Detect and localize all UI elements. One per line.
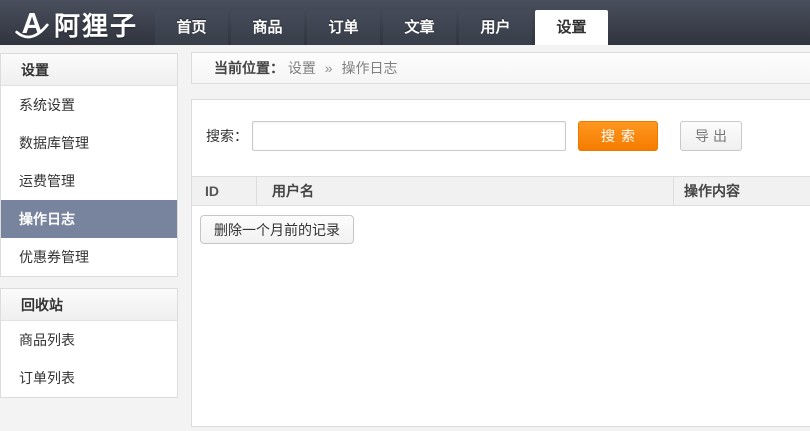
export-button[interactable]: 导出: [680, 121, 742, 151]
brand-name: 阿狸子: [54, 6, 138, 43]
sidebar: 设置 系统设置 数据库管理 运费管理 操作日志 优惠券管理 回收站 商品列表 订…: [0, 53, 178, 409]
search-bar: 搜索： 搜索 导出: [192, 100, 810, 159]
column-header-id: ID: [192, 177, 256, 205]
column-header-username: 用户名: [256, 177, 673, 205]
nav-tab-orders[interactable]: 订单: [307, 10, 380, 45]
nav-tab-users[interactable]: 用户: [459, 10, 532, 45]
sidebar-item-database-management[interactable]: 数据库管理: [1, 124, 177, 162]
main-nav: 首页 商品 订单 文章 用户 设置: [155, 10, 611, 45]
sidebar-item-shipping-management[interactable]: 运费管理: [1, 162, 177, 200]
sidebar-group-recycle-bin: 回收站 商品列表 订单列表: [0, 288, 178, 398]
nav-tab-settings[interactable]: 设置: [535, 10, 608, 45]
sidebar-item-order-list[interactable]: 订单列表: [1, 359, 177, 397]
sidebar-item-system-settings[interactable]: 系统设置: [1, 86, 177, 124]
brand-logo-icon: A: [14, 6, 50, 42]
breadcrumb-prefix: 当前位置：: [214, 60, 284, 76]
nav-tab-products[interactable]: 商品: [231, 10, 304, 45]
sidebar-item-coupon-management[interactable]: 优惠券管理: [1, 238, 177, 276]
sidebar-group-settings: 设置 系统设置 数据库管理 运费管理 操作日志 优惠券管理: [0, 53, 178, 277]
column-header-action: 操作内容: [673, 177, 810, 205]
sidebar-item-operation-log[interactable]: 操作日志: [1, 200, 177, 238]
breadcrumb: 当前位置： 设置 » 操作日志: [191, 52, 810, 84]
brand-logo[interactable]: A 阿狸子: [14, 4, 138, 44]
breadcrumb-section-settings[interactable]: 设置: [288, 60, 316, 76]
sidebar-group-settings-title: 设置: [1, 54, 177, 86]
top-navbar: A 阿狸子 首页 商品 订单 文章 用户 设置: [0, 0, 810, 45]
main-panel: 搜索： 搜索 导出 ID 用户名 操作内容 删除一个月前的记录: [191, 99, 810, 427]
nav-tab-articles[interactable]: 文章: [383, 10, 456, 45]
search-input[interactable]: [252, 121, 566, 151]
delete-old-records-button[interactable]: 删除一个月前的记录: [200, 215, 354, 244]
search-label: 搜索：: [206, 126, 248, 146]
nav-tab-home[interactable]: 首页: [155, 10, 228, 45]
breadcrumb-page-operation-log[interactable]: 操作日志: [341, 60, 397, 76]
search-button[interactable]: 搜索: [578, 121, 658, 151]
log-table-header: ID 用户名 操作内容: [192, 176, 810, 206]
breadcrumb-separator: »: [325, 60, 333, 76]
sidebar-item-product-list[interactable]: 商品列表: [1, 321, 177, 359]
sidebar-group-recycle-bin-title: 回收站: [1, 289, 177, 321]
